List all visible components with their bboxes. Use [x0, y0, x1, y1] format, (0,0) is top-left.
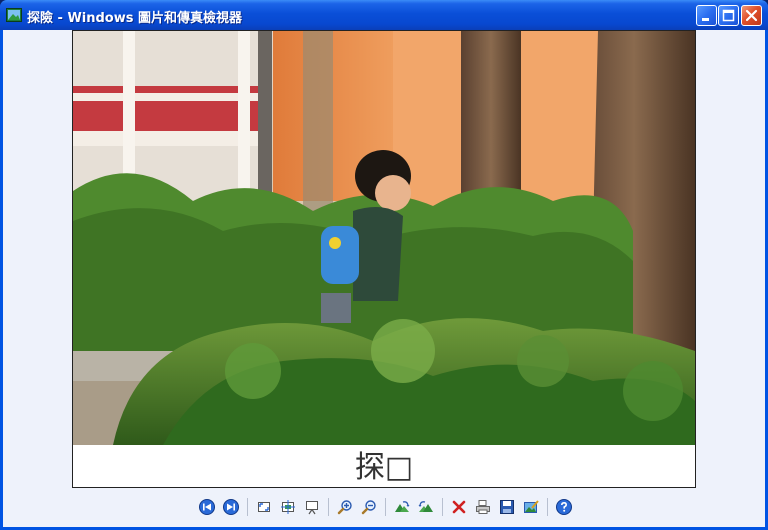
best-fit-button[interactable] — [253, 496, 275, 518]
best-fit-icon — [258, 502, 270, 512]
rotate-clockwise-icon — [395, 501, 410, 512]
minimize-button[interactable] — [696, 5, 717, 26]
edit-icon — [524, 500, 539, 513]
viewer-area: 探□ — [3, 30, 765, 527]
toolbar-separator — [247, 498, 248, 516]
previous-icon — [199, 499, 215, 515]
title-bar[interactable]: 探險 - Windows 圖片和傳真檢視器 — [0, 0, 768, 30]
save-icon — [500, 500, 514, 514]
minimize-icon — [702, 18, 709, 21]
toolbar-separator — [442, 498, 443, 516]
open-for-editing-button[interactable] — [520, 496, 542, 518]
viewer-toolbar — [3, 496, 765, 520]
photo-child-in-garden — [73, 31, 695, 445]
rotate-clockwise-button[interactable] — [391, 496, 413, 518]
zoom-in-icon — [337, 500, 352, 515]
next-image-button[interactable] — [220, 496, 242, 518]
zoom-in-button[interactable] — [334, 496, 356, 518]
delete-icon — [452, 500, 466, 514]
actual-size-button[interactable] — [277, 496, 299, 518]
rotate-counterclockwise-icon — [418, 501, 433, 512]
zoom-out-icon — [361, 500, 376, 515]
window-title: 探險 - Windows 圖片和傳真檢視器 — [27, 11, 243, 26]
image-caption: 探□ — [354, 450, 414, 485]
toolbar-separator — [385, 498, 386, 516]
rotate-counterclockwise-button[interactable] — [415, 496, 437, 518]
close-button[interactable] — [741, 5, 762, 26]
delete-button[interactable] — [448, 496, 470, 518]
print-button[interactable] — [472, 496, 494, 518]
viewer-window: 探險 - Windows 圖片和傳真檢視器 探□ — [0, 0, 768, 530]
slideshow-icon — [306, 501, 318, 515]
toolbar-separator — [328, 498, 329, 516]
close-icon — [745, 9, 758, 22]
image-display: 探□ — [72, 30, 696, 488]
maximize-button[interactable] — [718, 5, 739, 26]
previous-image-button[interactable] — [196, 496, 218, 518]
slideshow-button[interactable] — [301, 496, 323, 518]
image-viewer-app-icon[interactable] — [6, 7, 22, 23]
help-button[interactable] — [553, 496, 575, 518]
actual-size-icon — [281, 500, 295, 514]
next-icon — [223, 499, 239, 515]
help-icon — [556, 499, 572, 515]
print-icon — [476, 500, 490, 514]
zoom-out-button[interactable] — [358, 496, 380, 518]
toolbar-separator — [547, 498, 548, 516]
save-button[interactable] — [496, 496, 518, 518]
maximize-icon — [722, 9, 735, 22]
